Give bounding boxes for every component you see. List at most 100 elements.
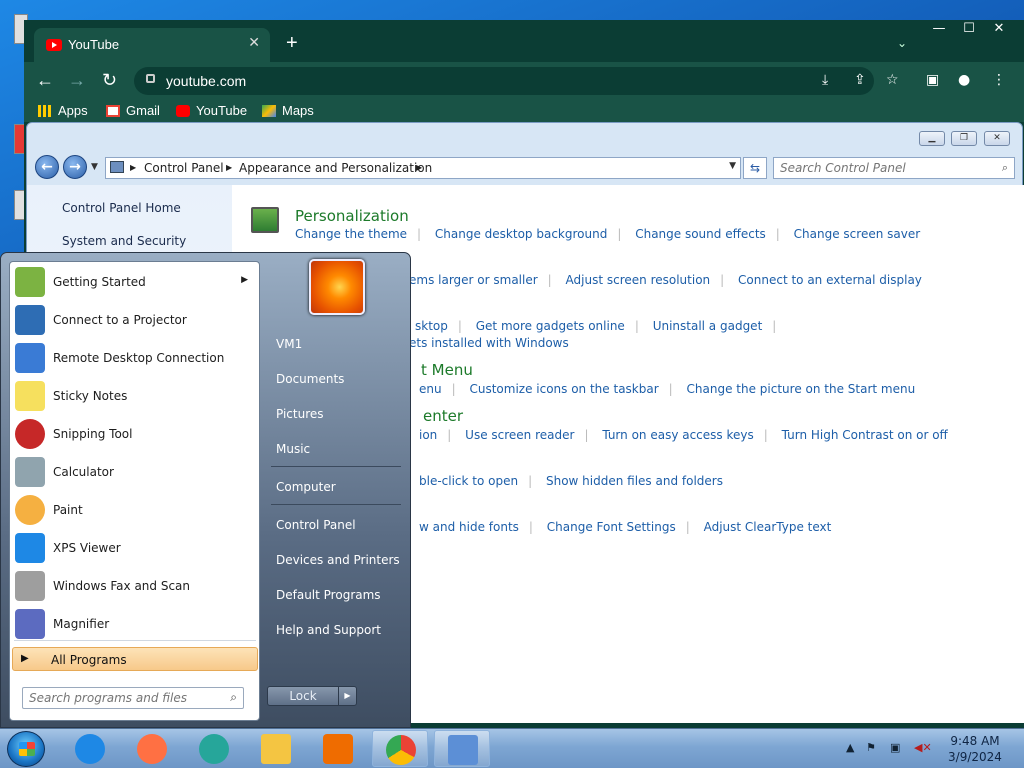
program-getting-started[interactable]: Getting Started ▶: [12, 264, 258, 300]
side-panel-icon[interactable]: ▣: [926, 72, 939, 88]
breadcrumb-appearance[interactable]: Appearance and Personalization: [239, 161, 432, 175]
user-picture-avatar[interactable]: [309, 259, 365, 315]
cp-search-box[interactable]: ⌕: [773, 157, 1015, 179]
cp-search-input[interactable]: [780, 159, 990, 177]
tab-youtube[interactable]: YouTube ✕: [34, 28, 270, 62]
program-magnifier[interactable]: Magnifier: [12, 606, 258, 642]
submenu-arrow-icon[interactable]: ▶: [241, 275, 248, 285]
cp-minimize-button[interactable]: ▁: [919, 131, 945, 146]
cp-restore-button[interactable]: ❐: [951, 131, 977, 146]
sidebar-control-panel-home[interactable]: Control Panel Home: [62, 201, 181, 215]
recent-pages-chevron-icon[interactable]: ▼: [91, 162, 98, 172]
category-ease-access-title[interactable]: enter: [423, 407, 463, 425]
breadcrumb-chevron-icon[interactable]: ▶: [130, 163, 136, 172]
program-calculator[interactable]: Calculator: [12, 454, 258, 490]
reload-icon[interactable]: ↻: [102, 70, 117, 91]
program-snipping-tool[interactable]: Snipping Tool: [12, 416, 258, 452]
taskbar-chrome[interactable]: [372, 730, 428, 767]
install-app-icon[interactable]: ⤓: [822, 72, 828, 88]
start-search-box[interactable]: ⌕: [22, 687, 244, 709]
cp-forward-icon[interactable]: →: [63, 155, 87, 179]
program-remote-desktop[interactable]: Remote Desktop Connection: [12, 340, 258, 376]
bookmark-star-icon[interactable]: ☆: [886, 72, 899, 88]
program-connect-projector[interactable]: Connect to a Projector: [12, 302, 258, 338]
address-dropdown-icon[interactable]: ▼: [729, 161, 736, 171]
taskbar-file-explorer[interactable]: [248, 730, 304, 767]
link-double-click[interactable]: ble-click to open: [419, 474, 518, 488]
link-show-hide-fonts[interactable]: w and hide fonts: [419, 520, 519, 534]
breadcrumb-chevron-icon[interactable]: ▶: [226, 163, 232, 172]
start-item-help-support[interactable]: Help and Support: [267, 623, 407, 637]
cp-address-bar[interactable]: ▶ Control Panel ▶ Appearance and Persona…: [105, 157, 741, 179]
cp-close-button[interactable]: ✕: [984, 131, 1010, 146]
link-start-menu[interactable]: enu: [419, 382, 442, 396]
personalization-icon[interactable]: [251, 207, 279, 233]
share-icon[interactable]: ⇪: [854, 72, 866, 88]
shutdown-options-arrow-icon[interactable]: ▶: [338, 686, 357, 706]
refresh-icon[interactable]: ⇆: [743, 157, 767, 179]
start-item-vm1[interactable]: VM1: [267, 337, 407, 351]
tab-search-chevron-icon[interactable]: ⌄: [897, 36, 907, 50]
back-arrow-icon[interactable]: ←: [36, 70, 54, 91]
start-search-input[interactable]: [29, 689, 224, 707]
category-taskbar-start-title[interactable]: t Menu: [421, 361, 473, 379]
network-icon[interactable]: ▣: [890, 741, 900, 754]
taskbar-internet-explorer[interactable]: [62, 730, 118, 767]
link-screen-saver[interactable]: Change screen saver: [794, 227, 921, 241]
taskbar-edge[interactable]: [186, 730, 242, 767]
close-window-button[interactable]: ✕: [984, 20, 1014, 40]
link-screen-reader[interactable]: Use screen reader: [465, 428, 574, 442]
minimize-button[interactable]: —: [924, 20, 954, 40]
program-fax-scan[interactable]: Windows Fax and Scan: [12, 568, 258, 604]
link-hidden-files[interactable]: Show hidden files and folders: [546, 474, 723, 488]
link-items-larger-smaller[interactable]: ems larger or smaller: [409, 273, 538, 287]
search-icon[interactable]: ⌕: [230, 690, 237, 705]
start-orb-icon[interactable]: [7, 731, 45, 767]
search-icon[interactable]: ⌕: [1002, 161, 1008, 175]
start-item-devices-printers[interactable]: Devices and Printers: [267, 553, 407, 567]
link-uninstall-gadget[interactable]: Uninstall a gadget: [653, 319, 763, 333]
bookmark-apps[interactable]: Apps: [38, 103, 88, 118]
all-programs-button[interactable]: ▶ All Programs: [12, 647, 258, 671]
link-gadgets-installed[interactable]: ets installed with Windows: [409, 336, 569, 350]
sidebar-system-security[interactable]: System and Security: [62, 234, 186, 248]
start-item-music[interactable]: Music: [267, 442, 407, 456]
bookmark-youtube[interactable]: YouTube: [176, 103, 247, 118]
link-screen-resolution[interactable]: Adjust screen resolution: [566, 273, 711, 287]
program-sticky-notes[interactable]: Sticky Notes: [12, 378, 258, 414]
link-cleartype[interactable]: Adjust ClearType text: [704, 520, 832, 534]
link-sound-effects[interactable]: Change sound effects: [635, 227, 766, 241]
new-tab-button[interactable]: +: [286, 32, 298, 55]
breadcrumb-chevron-icon[interactable]: ▶: [416, 163, 422, 172]
taskbar-media-player[interactable]: [310, 730, 366, 767]
forward-arrow-icon[interactable]: →: [68, 70, 86, 91]
menu-kebab-icon[interactable]: ⋮: [992, 72, 1006, 88]
start-item-default-programs[interactable]: Default Programs: [267, 588, 407, 602]
link-start-picture[interactable]: Change the picture on the Start menu: [687, 382, 916, 396]
program-xps-viewer[interactable]: XPS Viewer: [12, 530, 258, 566]
maximize-button[interactable]: ☐: [954, 20, 984, 40]
action-center-flag-icon[interactable]: ⚑: [866, 741, 876, 754]
start-item-computer[interactable]: Computer: [267, 480, 407, 494]
program-paint[interactable]: Paint: [12, 492, 258, 528]
taskbar-control-panel[interactable]: [434, 730, 490, 767]
breadcrumb-control-panel[interactable]: Control Panel: [144, 161, 224, 175]
lock-icon[interactable]: [146, 74, 155, 83]
bookmark-maps[interactable]: Maps: [262, 103, 314, 118]
link-external-display[interactable]: Connect to an external display: [738, 273, 922, 287]
link-change-theme[interactable]: Change the theme: [295, 227, 407, 241]
link-gadgets-desktop[interactable]: sktop: [415, 319, 448, 333]
show-hidden-icons-chevron-icon[interactable]: ▲: [846, 741, 854, 754]
link-vision[interactable]: ion: [419, 428, 437, 442]
link-desktop-background[interactable]: Change desktop background: [435, 227, 607, 241]
link-customize-icons[interactable]: Customize icons on the taskbar: [469, 382, 658, 396]
link-easy-access-keys[interactable]: Turn on easy access keys: [602, 428, 753, 442]
link-more-gadgets[interactable]: Get more gadgets online: [476, 319, 625, 333]
system-clock[interactable]: 9:48 AM 3/9/2024: [940, 733, 1010, 765]
address-bar[interactable]: youtube.com: [134, 67, 874, 95]
profile-icon[interactable]: ●: [958, 72, 970, 88]
link-high-contrast[interactable]: Turn High Contrast on or off: [782, 428, 948, 442]
category-personalization-title[interactable]: Personalization: [295, 207, 409, 225]
start-item-pictures[interactable]: Pictures: [267, 407, 407, 421]
cp-back-icon[interactable]: ←: [35, 155, 59, 179]
